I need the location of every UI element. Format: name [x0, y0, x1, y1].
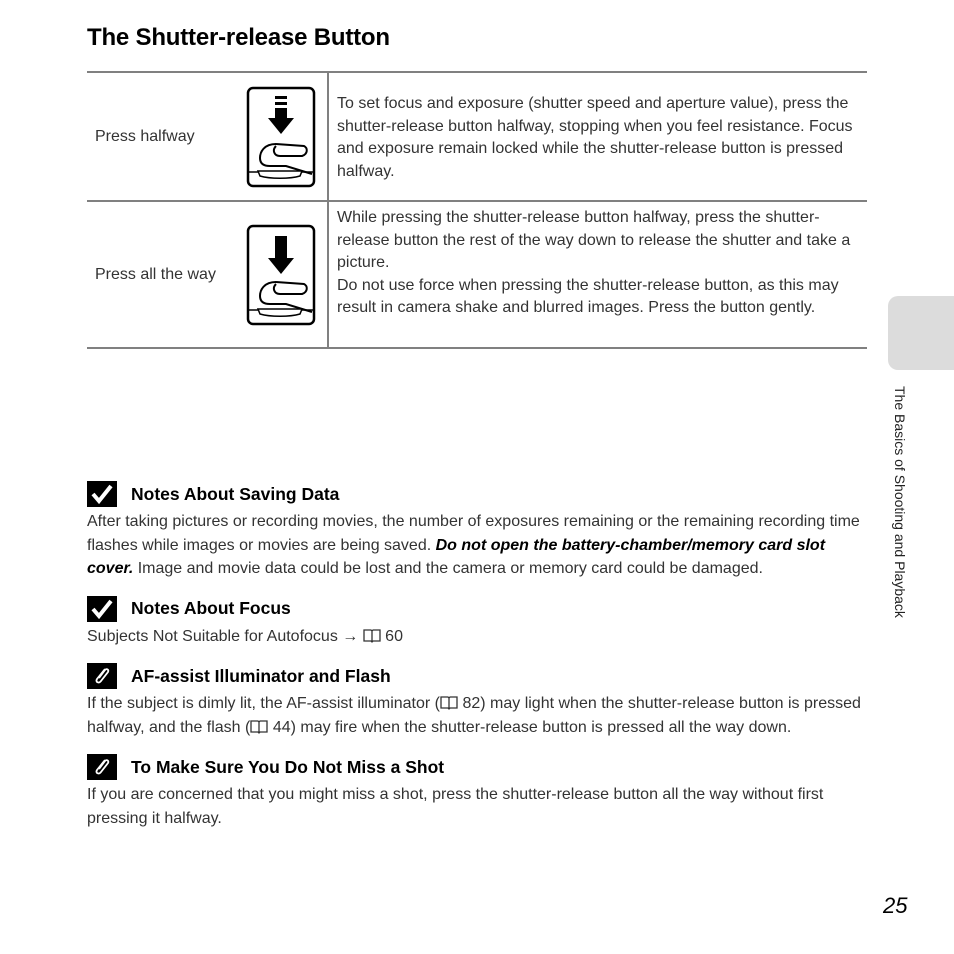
notes-section: Notes About Saving Data After taking pic…: [87, 480, 867, 844]
page-title: The Shutter-release Button: [87, 24, 390, 51]
note-text: If the subject is dimly lit, the AF-assi…: [87, 695, 440, 712]
note-title: Notes About Focus: [131, 598, 291, 618]
press-halfway-icon: [246, 86, 316, 187]
book-reference-icon: [250, 719, 269, 734]
row-label: Press all the way: [95, 265, 216, 283]
chapter-tab[interactable]: [888, 296, 954, 370]
note-text: If you are concerned that you might miss…: [87, 786, 824, 827]
row-label: Press halfway: [95, 127, 195, 145]
check-icon: [87, 481, 117, 507]
note-title: AF-assist Illuminator and Flash: [131, 665, 391, 686]
chapter-label: The Basics of Shooting and Playback: [892, 386, 908, 618]
row-description-warning: Do not use force when pressing the shutt…: [337, 276, 839, 317]
press-fully-icon: [246, 224, 316, 325]
page-reference[interactable]: 60: [385, 628, 403, 645]
page-reference[interactable]: 44: [273, 719, 291, 736]
book-reference-icon: [440, 696, 458, 710]
note-title: To Make Sure You Do Not Miss a Shot: [131, 756, 445, 777]
row-description: To set focus and exposure (shutter speed…: [337, 95, 853, 180]
note-text: Image and movie data could be lost and t…: [133, 560, 763, 577]
note-text: Subjects Not Suitable for Autofocus →: [87, 627, 359, 645]
page-reference[interactable]: 82: [462, 695, 480, 712]
check-icon: [87, 595, 117, 622]
book-reference-icon: [363, 628, 381, 643]
note-focus: Notes About Focus Subjects Not Suitable …: [87, 595, 867, 649]
page-number: 25: [883, 893, 908, 918]
note-af-assist: AF-assist Illuminator and Flash If the s…: [87, 662, 867, 739]
note-saving-data: Notes About Saving Data After taking pic…: [87, 480, 867, 581]
paperclip-icon: [87, 663, 117, 689]
shutter-table: Press halfway To set focus and exposure …: [87, 71, 867, 349]
row-description: While pressing the shutter-release butto…: [337, 209, 851, 271]
note-text: ) may fire when the shutter-release butt…: [290, 718, 792, 736]
note-title: Notes About Saving Data: [131, 483, 340, 504]
paperclip-icon: [87, 754, 117, 780]
table-row: Press halfway To set focus and exposure …: [87, 73, 867, 202]
note-miss-shot: To Make Sure You Do Not Miss a Shot If y…: [87, 753, 867, 830]
table-row: Press all the way While pressing the shu…: [87, 202, 867, 349]
